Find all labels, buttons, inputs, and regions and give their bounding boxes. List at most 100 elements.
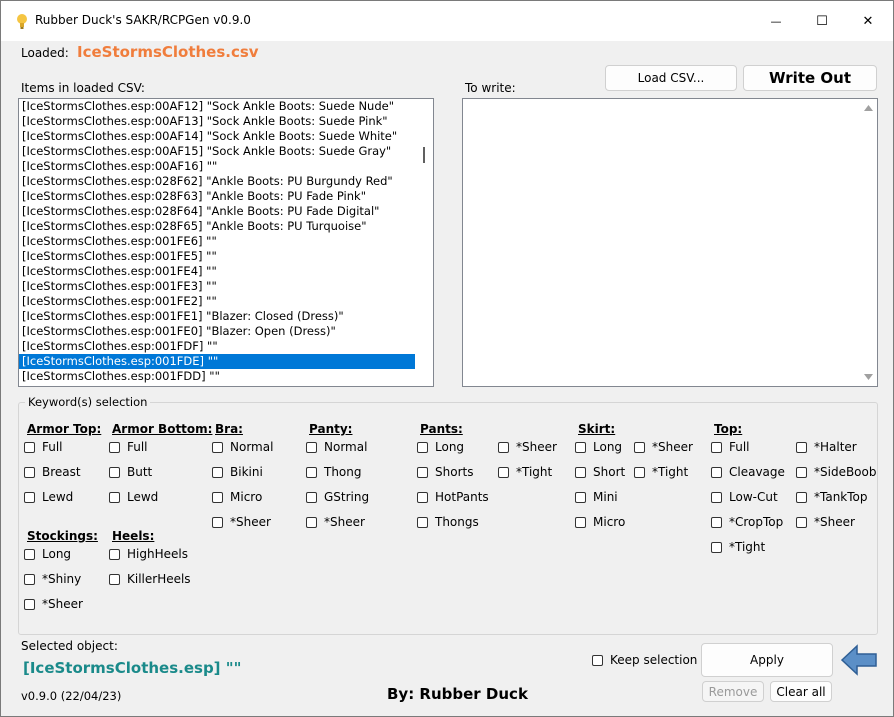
list-item[interactable]: [IceStormsClothes.esp:001FE1] "Blazer: C… (19, 309, 415, 324)
checkbox-box[interactable] (306, 466, 317, 478)
keep-selection-box[interactable] (592, 654, 603, 666)
items-listbox[interactable]: [IceStormsClothes.esp:00AF12] "Sock Ankl… (18, 98, 434, 387)
checkbox-box[interactable] (575, 491, 586, 503)
minimize-button[interactable]: — (753, 1, 799, 41)
checkbox-box[interactable] (306, 491, 317, 503)
checkbox-box[interactable] (24, 441, 35, 453)
top-tanktop-checkbox[interactable]: *TankTop (796, 490, 868, 504)
list-item[interactable]: [IceStormsClothes.esp:001FDD] "" (19, 369, 415, 384)
list-item[interactable]: [IceStormsClothes.esp:028F63] "Ankle Boo… (19, 189, 415, 204)
pants-thongs-checkbox[interactable]: Thongs (417, 515, 479, 529)
top-sideboob-checkbox[interactable]: *SideBoob (796, 465, 876, 479)
top-sheer-checkbox[interactable]: *Sheer (796, 515, 855, 529)
skirt-mini-checkbox[interactable]: Mini (575, 490, 618, 504)
scroll-up-icon[interactable] (864, 105, 873, 111)
list-scrollbar-thumb[interactable] (423, 147, 425, 163)
list-item[interactable]: [IceStormsClothes.esp:028F64] "Ankle Boo… (19, 204, 415, 219)
checkbox-box[interactable] (306, 441, 317, 453)
checkbox-box[interactable] (796, 466, 807, 478)
panty-normal-checkbox[interactable]: Normal (306, 440, 367, 454)
checkbox-box[interactable] (24, 573, 35, 585)
checkbox-box[interactable] (212, 441, 223, 453)
stockings-long-checkbox[interactable]: Long (24, 547, 71, 561)
skirt-micro-checkbox[interactable]: Micro (575, 515, 625, 529)
top-full-checkbox[interactable]: Full (711, 440, 750, 454)
bra-bikini-checkbox[interactable]: Bikini (212, 465, 263, 479)
checkbox-box[interactable] (575, 441, 586, 453)
armor-bottom-lewd-checkbox[interactable]: Lewd (109, 490, 158, 504)
list-item[interactable]: [IceStormsClothes.esp:00AF15] "Sock Ankl… (19, 144, 415, 159)
armor-bottom-full-checkbox[interactable]: Full (109, 440, 148, 454)
list-item[interactable]: [IceStormsClothes.esp:028F65] "Ankle Boo… (19, 219, 415, 234)
list-item[interactable]: [IceStormsClothes.esp:001FE0] "Blazer: O… (19, 324, 415, 339)
checkbox-box[interactable] (634, 466, 645, 478)
list-item[interactable]: [IceStormsClothes.esp:00AF14] "Sock Ankl… (19, 129, 415, 144)
checkbox-box[interactable] (711, 516, 722, 528)
armor-top-lewd-checkbox[interactable]: Lewd (24, 490, 73, 504)
load-csv-button[interactable]: Load CSV... (605, 65, 737, 91)
checkbox-box[interactable] (306, 516, 317, 528)
list-item[interactable]: [IceStormsClothes.esp:001FE3] "" (19, 279, 415, 294)
keep-selection-checkbox[interactable]: Keep selection (592, 653, 697, 667)
checkbox-box[interactable] (796, 516, 807, 528)
stockings-shiny-checkbox[interactable]: *Shiny (24, 572, 81, 586)
top-croptop-checkbox[interactable]: *CropTop (711, 515, 783, 529)
list-item[interactable]: [IceStormsClothes.esp:00AF13] "Sock Ankl… (19, 114, 415, 129)
bra-micro-checkbox[interactable]: Micro (212, 490, 262, 504)
top-low-cut-checkbox[interactable]: Low-Cut (711, 490, 778, 504)
list-item[interactable]: [IceStormsClothes.esp:028F62] "Ankle Boo… (19, 174, 415, 189)
checkbox-box[interactable] (417, 491, 428, 503)
list-item[interactable]: [IceStormsClothes.esp:001FDF] "" (19, 339, 415, 354)
pants-shorts-checkbox[interactable]: Shorts (417, 465, 473, 479)
checkbox-box[interactable] (796, 441, 807, 453)
list-item[interactable]: [IceStormsClothes.esp:001FE4] "" (19, 264, 415, 279)
list-item[interactable]: [IceStormsClothes.esp:001FDE] "" (19, 354, 415, 369)
skirt-tight-checkbox[interactable]: *Tight (634, 465, 688, 479)
stockings-sheer-checkbox[interactable]: *Sheer (24, 597, 83, 611)
skirt-long-checkbox[interactable]: Long (575, 440, 622, 454)
checkbox-box[interactable] (212, 516, 223, 528)
checkbox-box[interactable] (109, 441, 120, 453)
checkbox-box[interactable] (109, 548, 120, 560)
checkbox-box[interactable] (711, 541, 722, 553)
write-out-button[interactable]: Write Out (743, 65, 877, 91)
bra-sheer-checkbox[interactable]: *Sheer (212, 515, 271, 529)
apply-button[interactable]: Apply (701, 643, 833, 677)
checkbox-box[interactable] (498, 466, 509, 478)
list-item[interactable]: [IceStormsClothes.esp:001FE6] "" (19, 234, 415, 249)
clear-all-button[interactable]: Clear all (770, 681, 832, 702)
checkbox-box[interactable] (109, 573, 120, 585)
checkbox-box[interactable] (796, 491, 807, 503)
to-write-textarea[interactable] (462, 98, 878, 387)
panty-sheer-checkbox[interactable]: *Sheer (306, 515, 365, 529)
skirt-short-checkbox[interactable]: Short (575, 465, 625, 479)
pants-tight-checkbox[interactable]: *Tight (498, 465, 552, 479)
checkbox-box[interactable] (575, 516, 586, 528)
checkbox-box[interactable] (417, 441, 428, 453)
checkbox-box[interactable] (24, 466, 35, 478)
list-item[interactable]: [IceStormsClothes.esp:001FE2] "" (19, 294, 415, 309)
pants-sheer-checkbox[interactable]: *Sheer (498, 440, 557, 454)
checkbox-box[interactable] (498, 441, 509, 453)
panty-gstring-checkbox[interactable]: GString (306, 490, 369, 504)
list-item[interactable]: [IceStormsClothes.esp:001FE5] "" (19, 249, 415, 264)
top-halter-checkbox[interactable]: *Halter (796, 440, 857, 454)
checkbox-box[interactable] (109, 491, 120, 503)
heels-highheels-checkbox[interactable]: HighHeels (109, 547, 188, 561)
checkbox-box[interactable] (212, 491, 223, 503)
list-item[interactable]: [IceStormsClothes.esp:00AF12] "Sock Ankl… (19, 99, 415, 114)
skirt-sheer-checkbox[interactable]: *Sheer (634, 440, 693, 454)
top-cleavage-checkbox[interactable]: Cleavage (711, 465, 785, 479)
checkbox-box[interactable] (575, 466, 586, 478)
checkbox-box[interactable] (417, 516, 428, 528)
remove-button[interactable]: Remove (702, 681, 764, 702)
maximize-button[interactable]: ☐ (799, 1, 845, 41)
checkbox-box[interactable] (212, 466, 223, 478)
list-item[interactable]: [IceStormsClothes.esp:00AF16] "" (19, 159, 415, 174)
arrow-left-icon[interactable] (841, 644, 878, 676)
armor-bottom-butt-checkbox[interactable]: Butt (109, 465, 152, 479)
checkbox-box[interactable] (417, 466, 428, 478)
checkbox-box[interactable] (24, 548, 35, 560)
checkbox-box[interactable] (711, 466, 722, 478)
top-tight-checkbox[interactable]: *Tight (711, 540, 765, 554)
